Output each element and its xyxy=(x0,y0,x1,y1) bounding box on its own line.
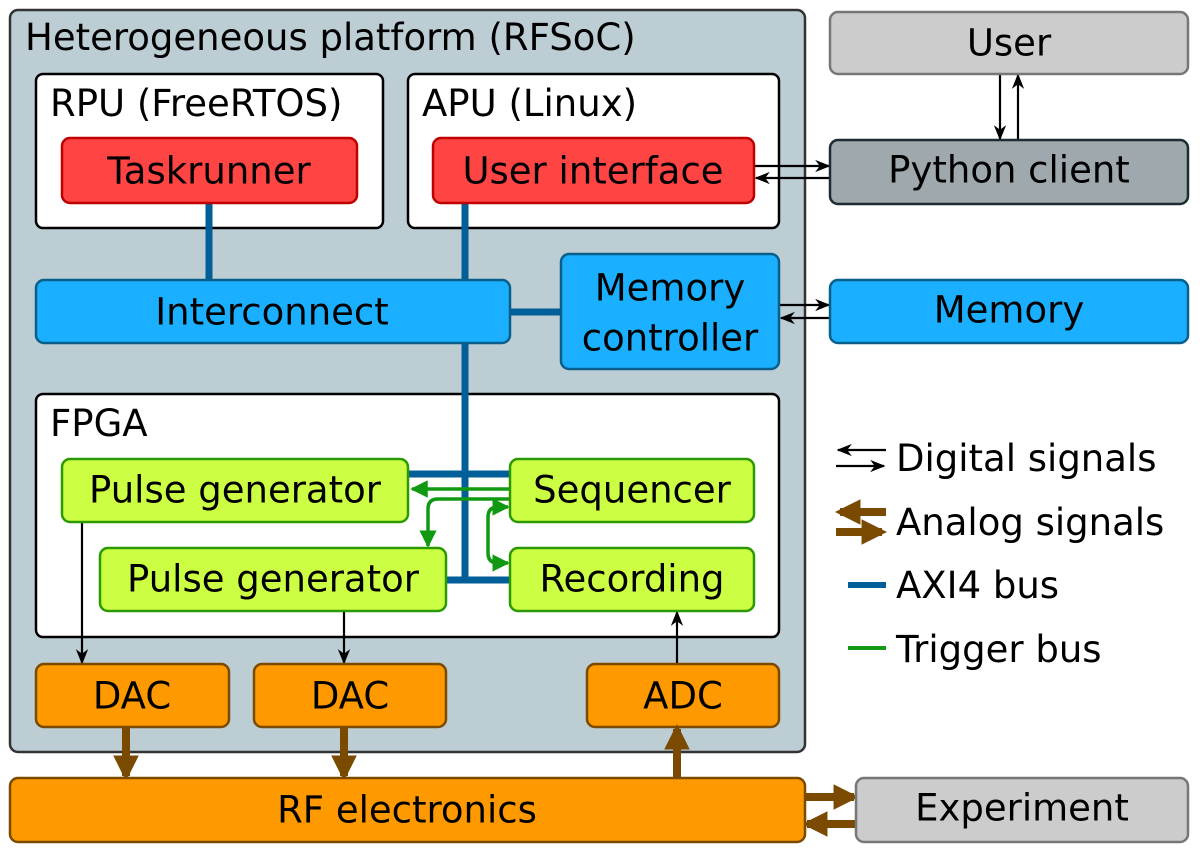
user-label: User xyxy=(967,22,1052,65)
pulse-generator-2-label: Pulse generator xyxy=(127,558,420,601)
sequencer-label: Sequencer xyxy=(533,469,732,512)
memory-controller-label-1: Memory xyxy=(595,267,745,310)
legend-analog-icon xyxy=(834,499,888,545)
memory-controller-label-2: controller xyxy=(582,317,759,360)
python-client-label: Python client xyxy=(888,149,1130,192)
pulse-generator-1-label: Pulse generator xyxy=(89,469,382,512)
interconnect-label: Interconnect xyxy=(155,291,389,334)
platform-title: Heterogeneous platform (RFSoC) xyxy=(25,16,636,59)
fpga-title: FPGA xyxy=(50,402,148,445)
memory-label: Memory xyxy=(934,289,1084,332)
taskrunner-label: Taskrunner xyxy=(106,150,311,193)
rf-electronics-label: RF electronics xyxy=(277,789,537,832)
dac-2-label: DAC xyxy=(311,675,389,718)
experiment-label: Experiment xyxy=(915,787,1129,830)
apu-title: APU (Linux) xyxy=(422,82,637,125)
dac-1-label: DAC xyxy=(93,675,171,718)
adc-label: ADC xyxy=(643,675,723,718)
legend-trigger-label: Trigger bus xyxy=(895,628,1102,671)
legend-axi4-label: AXI4 bus xyxy=(896,564,1059,607)
rpu-title: RPU (FreeRTOS) xyxy=(50,82,342,125)
rfsoc-architecture-diagram: Heterogeneous platform (RFSoC) RPU (Free… xyxy=(8,8,1190,844)
recording-label: Recording xyxy=(539,558,724,601)
user-interface-label: User interface xyxy=(462,150,723,193)
legend-analog-label: Analog signals xyxy=(896,501,1164,544)
legend-digital-label: Digital signals xyxy=(896,437,1156,480)
legend-digital-icon xyxy=(836,443,886,473)
legend: Digital signals Analog signals AXI4 bus … xyxy=(834,437,1164,671)
